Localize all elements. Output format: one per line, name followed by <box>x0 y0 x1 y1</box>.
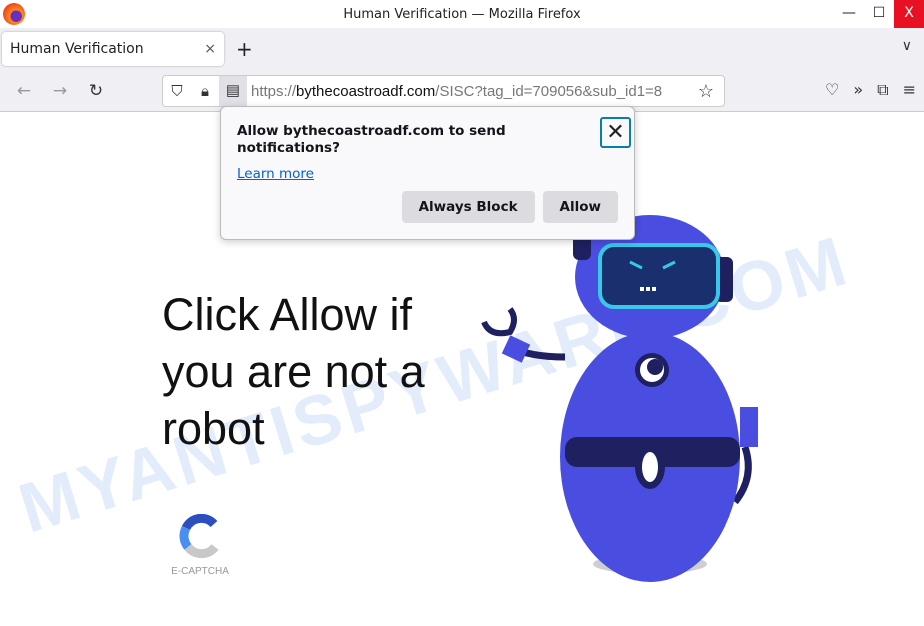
back-button[interactable]: ← <box>6 81 42 101</box>
url-path: /SISC?tag_id=709056&sub_id1=8 <box>435 82 663 100</box>
window-title: Human Verification — Mozilla Firefox <box>343 6 581 22</box>
captcha-logo: E-CAPTCHA <box>170 513 230 577</box>
bookmark-star-icon[interactable]: ☆ <box>692 81 720 102</box>
url-bar[interactable]: ⛉ 🔒︎ ▤ https://bythecoastroadf.com/SISC?… <box>162 75 725 107</box>
url-host: bythecoastroadf.com <box>296 82 436 100</box>
learn-more-link[interactable]: Learn more <box>237 166 314 182</box>
extensions-icon[interactable]: ⧉ <box>877 80 888 100</box>
title-bar: Human Verification — Mozilla Firefox — ☐… <box>0 0 924 28</box>
reload-button[interactable]: ↻ <box>78 81 114 101</box>
popup-close-button[interactable]: ✕ <box>600 117 631 148</box>
pocket-icon[interactable]: ♡ <box>825 80 839 100</box>
always-block-button[interactable]: Always Block <box>401 191 535 223</box>
tab-bar: Human Verification × + ∨ <box>0 28 924 70</box>
captcha-label: E-CAPTCHA <box>171 566 229 577</box>
tab-human-verification[interactable]: Human Verification × <box>2 32 224 66</box>
list-tabs-button[interactable]: ∨ <box>902 38 912 54</box>
overflow-icon[interactable]: » <box>853 80 863 100</box>
page-headline: Click Allow if you are not a robot <box>162 289 425 454</box>
captcha-c-icon <box>179 513 219 559</box>
menu-icon[interactable]: ≡ <box>903 80 916 100</box>
minimize-button[interactable]: — <box>834 0 864 28</box>
new-tab-button[interactable]: + <box>236 37 253 61</box>
shield-icon[interactable]: ⛉ <box>163 83 191 100</box>
notification-permission-popup: Allow bythecoastroadf.com to send notifi… <box>220 106 635 240</box>
maximize-button[interactable]: ☐ <box>864 0 894 28</box>
popup-message: Allow bythecoastroadf.com to send notifi… <box>237 123 506 156</box>
robot-illustration <box>481 215 758 582</box>
tab-close-icon[interactable]: × <box>204 41 216 57</box>
url-scheme: https:// <box>251 82 297 100</box>
notification-permission-icon[interactable]: ▤ <box>219 76 247 106</box>
lock-icon[interactable]: 🔒︎ <box>191 83 219 100</box>
close-window-button[interactable]: X <box>894 0 924 28</box>
allow-button[interactable]: Allow <box>542 191 618 223</box>
tab-label: Human Verification <box>10 41 144 57</box>
forward-button[interactable]: → <box>42 81 78 101</box>
